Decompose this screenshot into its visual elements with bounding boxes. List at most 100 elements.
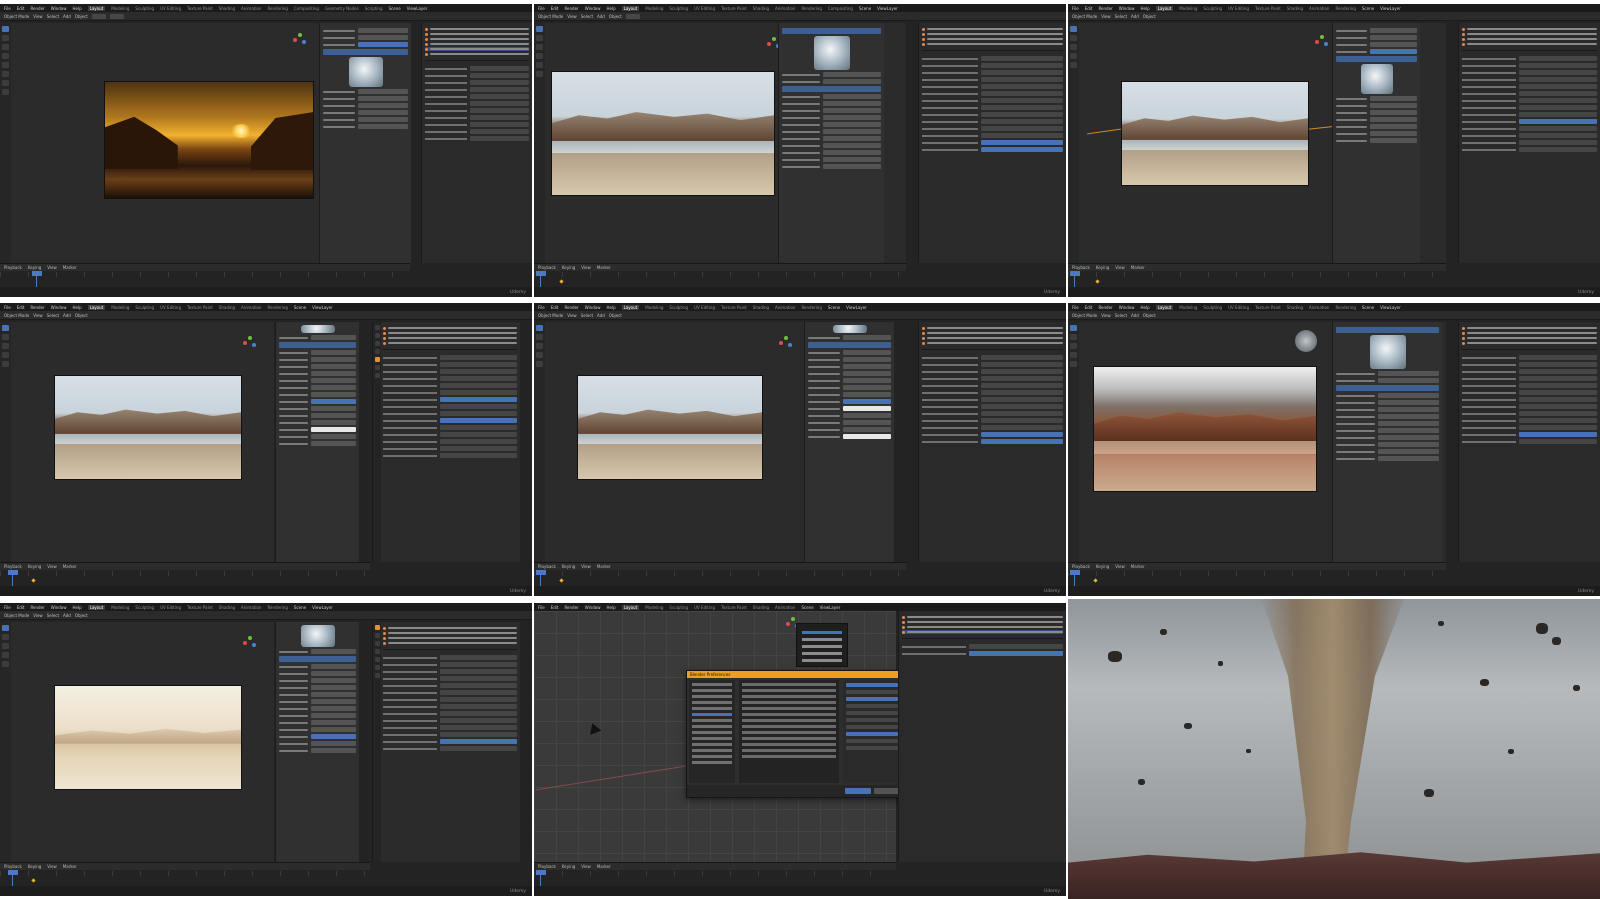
outliner-selected-row[interactable]	[425, 47, 529, 51]
rotate-tool-icon[interactable]	[2, 352, 9, 358]
scene-selector[interactable]: Scene	[859, 6, 871, 11]
menu-render[interactable]: Render	[30, 605, 44, 610]
timeline-marker-menu[interactable]: Marker	[63, 564, 77, 569]
workspace-tab-uv-editing[interactable]: UV Editing	[694, 605, 715, 610]
viewport-menu-object[interactable]: Object	[1143, 313, 1156, 318]
viewport-menu-object[interactable]: Object	[1143, 14, 1156, 19]
sky-preset-thumbnail[interactable]	[813, 36, 850, 70]
view-layer-selector[interactable]: ViewLayer	[312, 305, 333, 310]
workspace-tab-sculpting[interactable]: Sculpting	[669, 605, 688, 610]
timeline-playback-menu[interactable]: Playback	[538, 864, 556, 869]
keyframe-marker[interactable]	[1093, 578, 1098, 583]
timeline-marker-menu[interactable]: Marker	[1131, 265, 1145, 270]
workspace-tab-layout[interactable]: Layout	[1155, 304, 1174, 310]
timeline-playback-menu[interactable]: Playback	[4, 564, 22, 569]
object-mode-dropdown[interactable]: Object Mode	[1072, 14, 1097, 19]
enable-addon-checkbox[interactable]	[846, 683, 898, 687]
workspace-tab-shading[interactable]: Shading	[753, 305, 769, 310]
rotate-tool-icon[interactable]	[536, 53, 543, 59]
menu-file[interactable]: File	[4, 305, 11, 310]
exposure-slider[interactable]	[981, 140, 1063, 145]
addons-tab[interactable]	[692, 713, 732, 716]
timeline-keying-menu[interactable]: Keying	[28, 265, 41, 270]
snap-button[interactable]	[109, 13, 124, 19]
object-mode-dropdown[interactable]: Object Mode	[4, 613, 29, 618]
workspace-tab-layout[interactable]: Layout	[87, 604, 106, 610]
workspace-tab-rendering[interactable]: Rendering	[267, 605, 287, 610]
menu-help[interactable]: Help	[606, 6, 615, 11]
scale-tool-icon[interactable]	[536, 361, 543, 367]
sky-preset-thumbnail[interactable]	[348, 57, 383, 87]
scene-selector[interactable]: Scene	[389, 6, 401, 11]
timeline-view-menu[interactable]: View	[1115, 564, 1125, 569]
navigation-gizmo-icon[interactable]	[293, 33, 307, 47]
menu-window[interactable]: Window	[585, 6, 601, 11]
workspace-tab-shading[interactable]: Shading	[753, 6, 769, 11]
timeline-marker-menu[interactable]: Marker	[1131, 564, 1145, 569]
viewport-menu-select[interactable]: Select	[47, 613, 59, 618]
viewport-menu-view[interactable]: View	[567, 313, 577, 318]
cancel-button[interactable]	[874, 788, 900, 794]
menu-item[interactable]	[802, 659, 842, 662]
menu-file[interactable]: File	[538, 605, 545, 610]
timeline-view-menu[interactable]: View	[581, 564, 591, 569]
view-layer-selector[interactable]: ViewLayer	[407, 6, 428, 11]
viewport-menu-object[interactable]: Object	[609, 313, 622, 318]
world-mix-slider[interactable]	[439, 418, 517, 423]
menu-help[interactable]: Help	[72, 6, 81, 11]
workspace-tab-compositing[interactable]: Compositing	[294, 6, 319, 11]
current-frame-indicator[interactable]	[536, 870, 546, 875]
navigation-gizmo-icon[interactable]	[1315, 35, 1329, 49]
scene-selector[interactable]: Scene	[828, 305, 840, 310]
menu-help[interactable]: Help	[1140, 6, 1149, 11]
move-tool-icon[interactable]	[2, 343, 9, 349]
3d-viewport[interactable]	[11, 322, 274, 562]
menu-window[interactable]: Window	[51, 305, 67, 310]
cursor-tool-icon[interactable]	[1070, 35, 1077, 41]
workspace-tab-sculpting[interactable]: Sculpting	[1203, 6, 1222, 11]
current-frame-indicator[interactable]	[1070, 570, 1080, 575]
view-layer-selector[interactable]: ViewLayer	[820, 605, 841, 610]
workspace-tab-animation[interactable]: Animation	[1309, 6, 1329, 11]
workspace-tab-uv-editing[interactable]: UV Editing	[160, 6, 181, 11]
viewport-menu-add[interactable]: Add	[63, 313, 71, 318]
scale-tool-icon[interactable]	[536, 62, 543, 68]
object-mode-dropdown[interactable]: Object Mode	[538, 313, 563, 318]
view-layer-selector[interactable]: ViewLayer	[1380, 305, 1401, 310]
menu-help[interactable]: Help	[72, 605, 81, 610]
timeline-view-menu[interactable]: View	[47, 864, 57, 869]
menu-file[interactable]: File	[4, 605, 11, 610]
menu-edit[interactable]: Edit	[17, 6, 25, 11]
rotate-tool-icon[interactable]	[2, 53, 9, 59]
viewport-menu-add[interactable]: Add	[63, 14, 71, 19]
menu-render[interactable]: Render	[1098, 6, 1112, 11]
measure-tool-icon[interactable]	[2, 89, 9, 95]
menu-edit[interactable]: Edit	[17, 305, 25, 310]
viewport-menu-add[interactable]: Add	[597, 313, 605, 318]
timeline-view-menu[interactable]: View	[581, 864, 591, 869]
exposure-slider[interactable]	[439, 739, 517, 744]
move-tool-icon[interactable]	[2, 643, 9, 649]
workspace-tab-texture-paint[interactable]: Texture Paint	[721, 305, 747, 310]
menu-help[interactable]: Help	[606, 605, 615, 610]
playhead[interactable]	[540, 870, 541, 886]
menu-help[interactable]: Help	[606, 305, 615, 310]
timeline-view-menu[interactable]: View	[1115, 265, 1125, 270]
current-frame-indicator[interactable]	[8, 870, 18, 875]
menu-file[interactable]: File	[538, 6, 545, 11]
workspace-tab-shading[interactable]: Shading	[219, 605, 235, 610]
preset-tab-active[interactable]	[358, 42, 408, 47]
scale-tool-icon[interactable]	[2, 62, 9, 68]
viewport-menu-add[interactable]: Add	[597, 14, 605, 19]
workspace-tab-shading[interactable]: Shading	[219, 305, 235, 310]
select-box-tool-icon[interactable]	[2, 26, 9, 32]
workspace-tab-modeling[interactable]: Modeling	[645, 6, 663, 11]
outliner-selected-row[interactable]	[902, 630, 1063, 634]
workspace-tab-shading[interactable]: Shading	[1287, 305, 1303, 310]
viewport-menu-select[interactable]: Select	[47, 313, 59, 318]
menu-render[interactable]: Render	[564, 305, 578, 310]
timeline-playback-menu[interactable]: Playback	[1072, 265, 1090, 270]
select-box-tool-icon[interactable]	[536, 325, 543, 331]
menu-window[interactable]: Window	[1119, 6, 1135, 11]
menu-help[interactable]: Help	[72, 305, 81, 310]
